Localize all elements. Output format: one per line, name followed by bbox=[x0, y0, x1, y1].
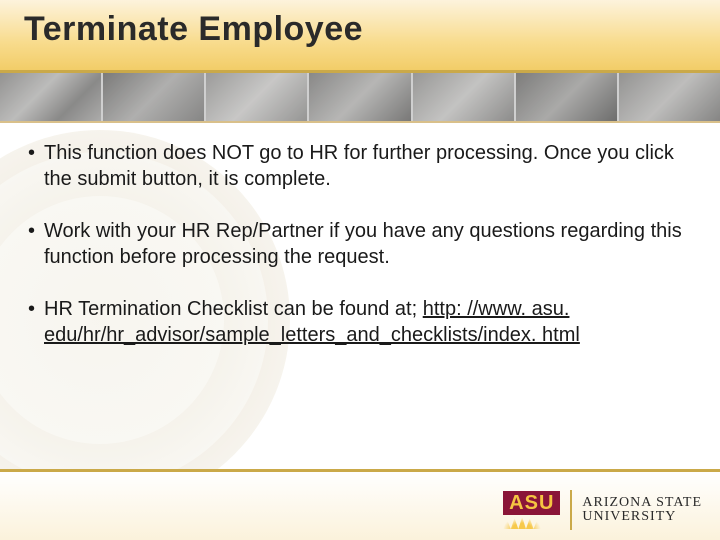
page-title: Terminate Employee bbox=[24, 10, 363, 49]
asu-block-letters: ASU bbox=[503, 491, 560, 515]
photo-thumb bbox=[413, 73, 514, 121]
photo-thumb bbox=[206, 73, 307, 121]
photo-thumb bbox=[516, 73, 617, 121]
asu-logo: ASU ARIZONA STATE UNIVERSITY bbox=[503, 490, 702, 530]
bullet-dot: • bbox=[28, 140, 44, 192]
bullet-text: HR Termination Checklist can be found at… bbox=[44, 296, 686, 348]
photo-thumb bbox=[619, 73, 720, 121]
bullet-item: • Work with your HR Rep/Partner if you h… bbox=[28, 218, 686, 270]
bullet-dot: • bbox=[28, 218, 44, 270]
asu-wordmark: ARIZONA STATE UNIVERSITY bbox=[582, 496, 702, 524]
body: • This function does NOT go to HR for fu… bbox=[28, 140, 686, 374]
bullet-item: • HR Termination Checklist can be found … bbox=[28, 296, 686, 348]
photo-thumb bbox=[0, 73, 101, 121]
bullet-text: This function does NOT go to HR for furt… bbox=[44, 140, 686, 192]
bullet-text: Work with your HR Rep/Partner if you hav… bbox=[44, 218, 686, 270]
sunburst-icon bbox=[503, 517, 541, 529]
bullet-item: • This function does NOT go to HR for fu… bbox=[28, 140, 686, 192]
asu-line1: ARIZONA STATE bbox=[582, 496, 702, 510]
bullet-dot: • bbox=[28, 296, 44, 348]
bullet-text-prefix: HR Termination Checklist can be found at… bbox=[44, 298, 423, 320]
asu-line2: UNIVERSITY bbox=[582, 510, 702, 524]
logo-divider bbox=[570, 490, 572, 530]
asu-mark: ASU bbox=[503, 491, 560, 529]
slide: Terminate Employee • This function does … bbox=[0, 0, 720, 540]
photo-strip bbox=[0, 70, 720, 123]
photo-thumb bbox=[309, 73, 410, 121]
photo-thumb bbox=[103, 73, 204, 121]
